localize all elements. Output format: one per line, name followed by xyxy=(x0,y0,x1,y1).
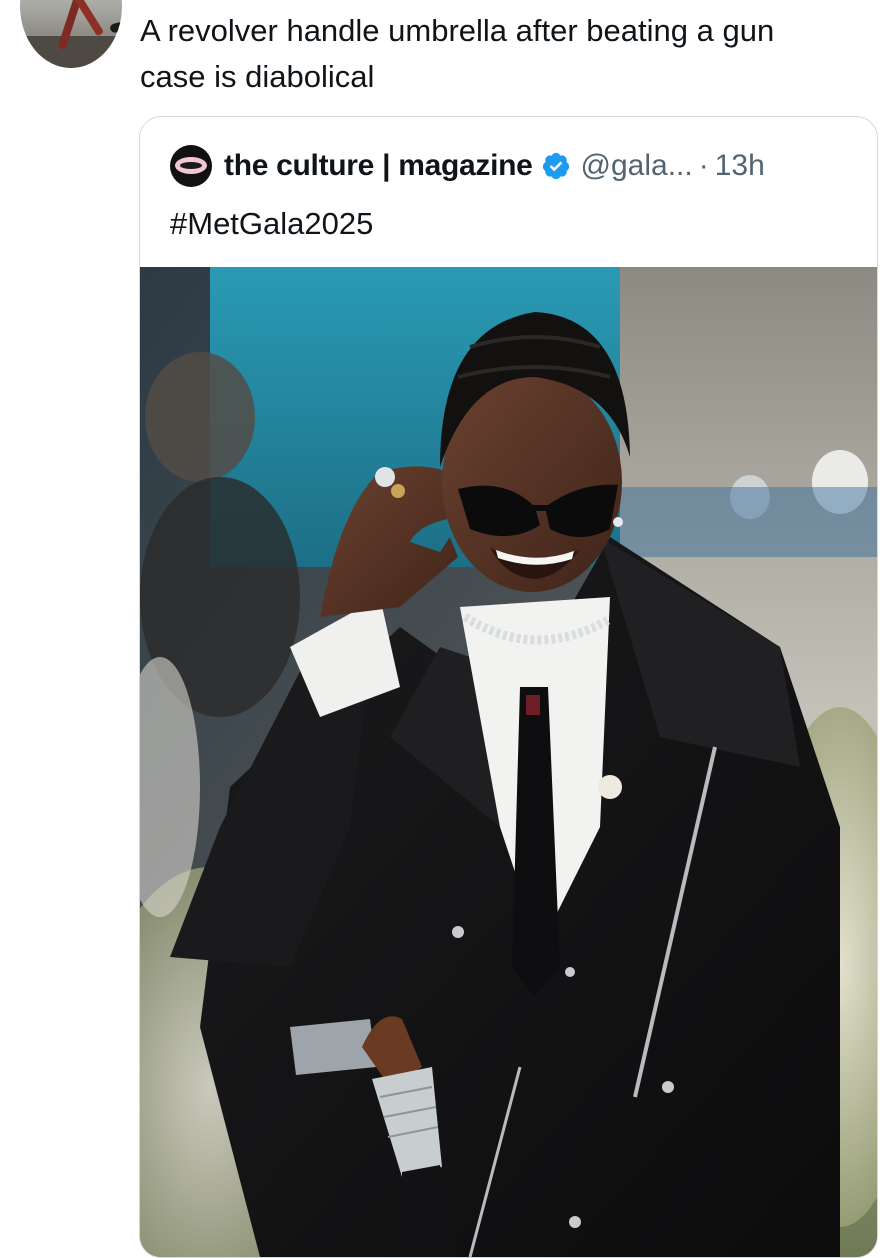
quoted-tweet-photo[interactable] xyxy=(140,267,877,1257)
quoted-timestamp[interactable]: 13h xyxy=(715,149,765,183)
quoted-author-avatar[interactable] xyxy=(170,145,212,187)
verified-badge-icon xyxy=(542,152,569,180)
tweet: A revolver handle umbrella after beating… xyxy=(0,0,896,1258)
author-avatar[interactable] xyxy=(20,0,122,68)
avatar-photo-detail xyxy=(109,19,122,34)
tweet-text-line: A revolver handle umbrella after beating… xyxy=(140,13,775,48)
avatar-photo-floor xyxy=(20,36,122,68)
photo-illustration xyxy=(140,267,877,1257)
quoted-tweet-text[interactable]: #MetGala2025 xyxy=(170,201,373,247)
quoted-author-name[interactable]: the culture | magazine xyxy=(224,149,533,183)
quoted-tweet-header: the culture | magazine @gala... · 13h xyxy=(170,143,765,189)
header-separator: · xyxy=(698,149,709,182)
quoted-tweet-card[interactable]: the culture | magazine @gala... · 13h #M… xyxy=(139,116,878,1258)
tweet-text: A revolver handle umbrella after beating… xyxy=(140,8,870,100)
tweet-text-line: case is diabolical xyxy=(140,59,375,94)
quoted-author-handle[interactable]: @gala... xyxy=(581,149,693,183)
